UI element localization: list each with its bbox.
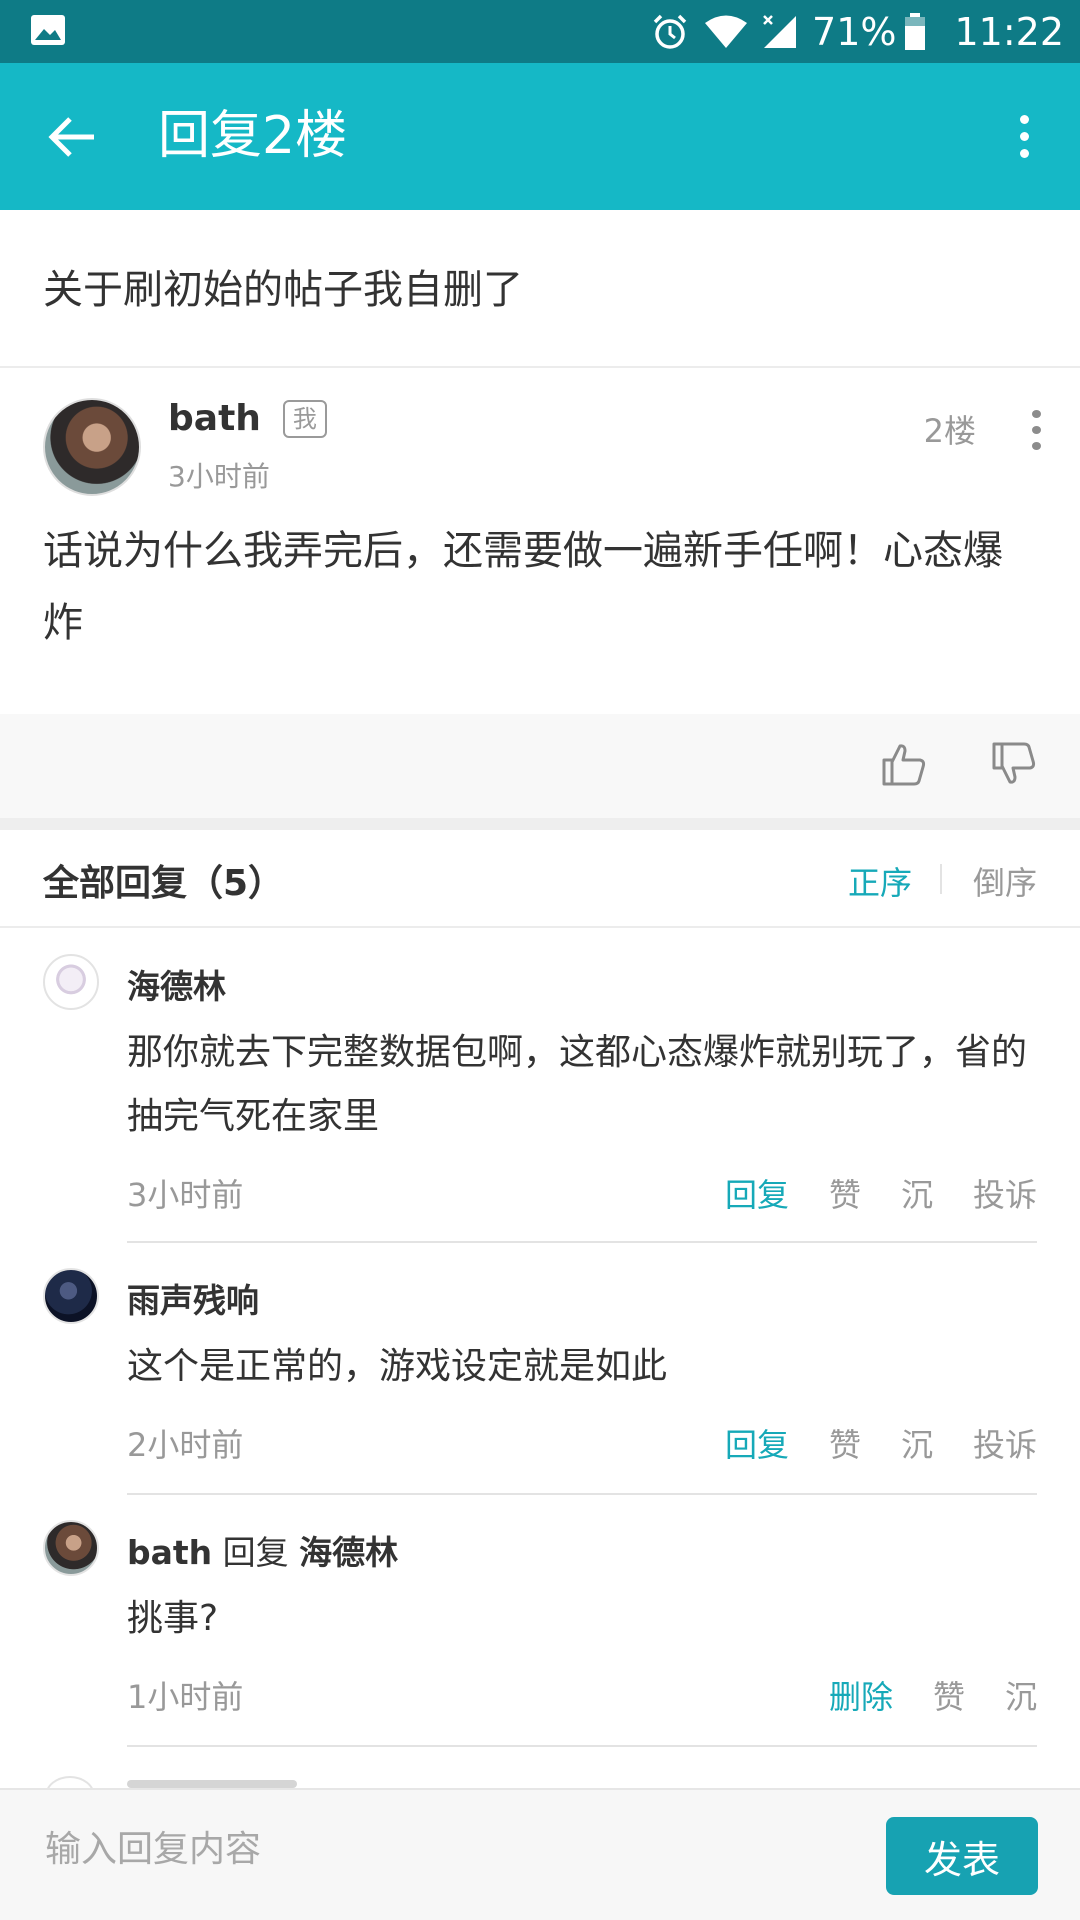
reply-actions: 删除 赞 沉: [789, 1672, 1037, 1718]
floor-user: bath 我: [168, 398, 327, 439]
section-gap: [0, 818, 1080, 830]
avatar[interactable]: [43, 1268, 99, 1324]
reply-to-label: 回复: [222, 1533, 289, 1572]
reply-username: 海德林: [127, 960, 226, 1008]
alarm-icon: [650, 12, 690, 52]
floor-username[interactable]: bath: [168, 398, 261, 439]
reply-time: 3小时前: [127, 1176, 244, 1214]
floor-number: 2楼: [923, 412, 976, 450]
reply-content: 挑事?: [127, 1598, 219, 1639]
reply-target-user[interactable]: 海德林: [299, 1533, 398, 1572]
thumbs-up-icon[interactable]: [880, 740, 928, 788]
sort-ascending-tab[interactable]: 正序: [848, 858, 912, 904]
reply-author[interactable]: bath: [127, 1533, 212, 1572]
back-button[interactable]: [40, 107, 104, 167]
wifi-icon: [704, 14, 748, 50]
more-vertical-icon[interactable]: [994, 103, 1054, 169]
send-button[interactable]: 发表: [886, 1817, 1038, 1895]
reply-content: 这个是正常的，游戏设定就是如此: [127, 1346, 668, 1387]
delete-button[interactable]: 删除: [829, 1672, 893, 1718]
reply-composer: 发表: [0, 1788, 1080, 1920]
reply-button[interactable]: 回复: [725, 1420, 789, 1466]
reply-author[interactable]: 雨声残响: [127, 1281, 259, 1320]
divider: [127, 1745, 1037, 1747]
sink-button[interactable]: 沉: [901, 1170, 933, 1216]
divider: [127, 1241, 1037, 1243]
me-badge: 我: [282, 399, 327, 438]
like-button[interactable]: 赞: [829, 1170, 861, 1216]
reply-username: bath 回复 海德林: [127, 1526, 398, 1574]
divider: [0, 366, 1080, 368]
reply-actions: 回复 赞 沉 投诉: [685, 1170, 1037, 1216]
divider: [127, 1493, 1037, 1495]
sort-separator: [940, 864, 942, 894]
replies-header: 全部回复（5） 正序 倒序: [0, 830, 1080, 928]
floor-more-icon[interactable]: [1016, 406, 1056, 454]
reply-content: 那你就去下完整数据包啊，这都心态爆炸就别玩了，省的抽完气死在家里: [127, 1032, 1028, 1137]
reply-input[interactable]: [43, 1828, 827, 1871]
replies-count-title: 全部回复（5）: [43, 863, 285, 904]
reply-button[interactable]: 回复: [725, 1170, 789, 1216]
report-button[interactable]: 投诉: [973, 1420, 1037, 1466]
like-button[interactable]: 赞: [933, 1672, 965, 1718]
status-time: 11:22: [954, 9, 1064, 54]
reply-author[interactable]: 海德林: [127, 967, 226, 1006]
app-bar: 回复2楼: [0, 63, 1080, 210]
sink-button[interactable]: 沉: [1005, 1672, 1037, 1718]
avatar[interactable]: [43, 1520, 99, 1576]
sort-descending-tab[interactable]: 倒序: [973, 858, 1037, 904]
battery-percent: 71%: [812, 9, 897, 54]
image-notification-icon: [30, 14, 66, 50]
thumbs-down-icon[interactable]: [990, 740, 1038, 788]
arrow-left-icon: [48, 117, 94, 157]
list-item: [127, 1780, 297, 1788]
status-bar: 71% 11:22: [0, 0, 1080, 63]
signal-icon: [762, 14, 798, 50]
reply-time: 1小时前: [127, 1678, 244, 1716]
reply-username: 雨声残响: [127, 1274, 259, 1322]
thread-title: 关于刷初始的帖子我自删了: [43, 267, 523, 313]
battery-icon: [904, 12, 926, 51]
reply-actions: 回复 赞 沉 投诉: [685, 1420, 1037, 1466]
page-title: 回复2楼: [158, 106, 348, 166]
reply-time: 2小时前: [127, 1426, 244, 1464]
sink-button[interactable]: 沉: [901, 1420, 933, 1466]
report-button[interactable]: 投诉: [973, 1170, 1037, 1216]
floor-time: 3小时前: [168, 460, 270, 493]
avatar[interactable]: [43, 398, 141, 496]
floor-content: 话说为什么我弄完后，还需要做一遍新手任啊！心态爆炸: [43, 528, 1003, 646]
avatar[interactable]: [43, 954, 99, 1010]
like-button[interactable]: 赞: [829, 1420, 861, 1466]
